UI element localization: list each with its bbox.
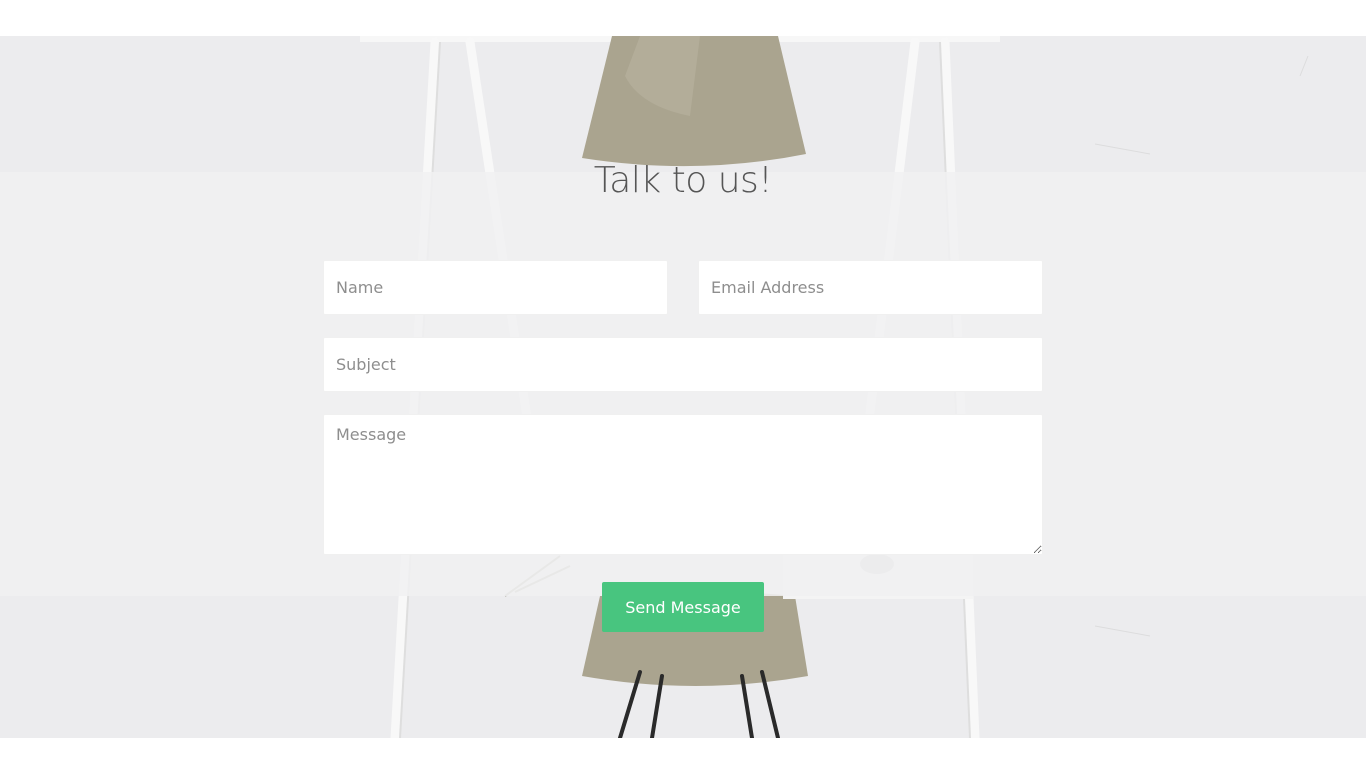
email-input[interactable] xyxy=(698,260,1043,315)
contact-section: Talk to us! Send Message xyxy=(0,36,1366,738)
footer-strip xyxy=(0,738,1366,766)
header-strip xyxy=(0,0,1366,36)
send-message-button[interactable]: Send Message xyxy=(602,582,764,632)
name-input[interactable] xyxy=(323,260,668,315)
subject-input[interactable] xyxy=(323,337,1043,392)
message-textarea[interactable] xyxy=(323,414,1043,555)
contact-title: Talk to us! xyxy=(593,160,773,201)
